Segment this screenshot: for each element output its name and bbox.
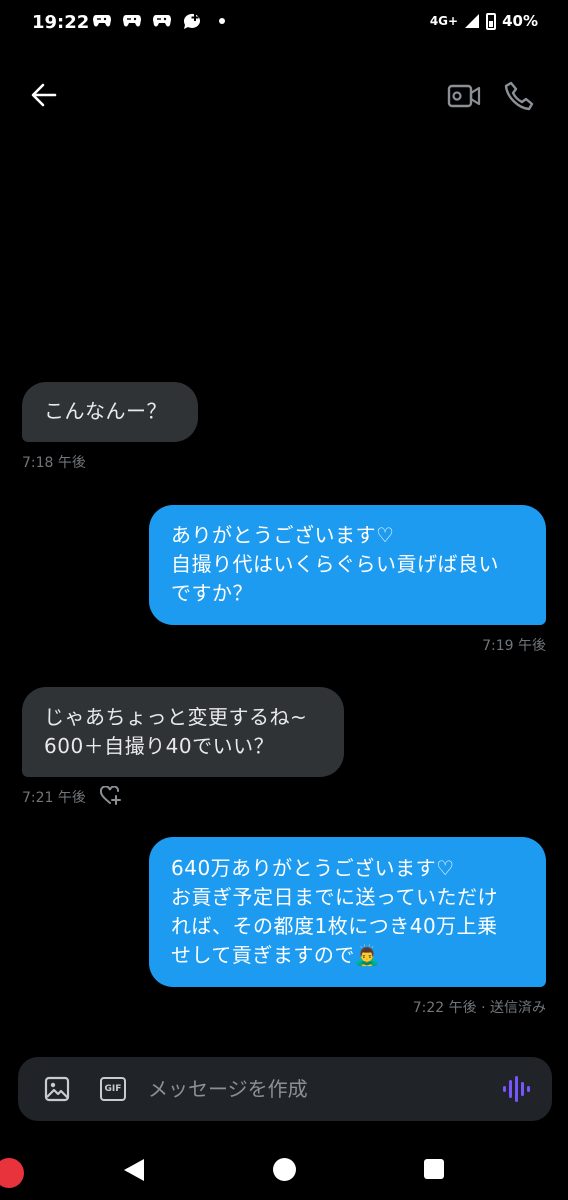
battery-percent: 40% (502, 12, 538, 30)
video-call-button[interactable] (447, 82, 481, 110)
chat-plus-icon (182, 12, 202, 30)
triangle-back-icon (124, 1159, 144, 1181)
nav-recents-button[interactable] (424, 1159, 444, 1179)
message-bubble-outgoing[interactable]: 640万ありがとうございます♡ お貢ぎ予定日までに送っていただけ れば、その都度… (149, 837, 546, 987)
message-composer: GIF (18, 1057, 552, 1121)
game-controller-icon (122, 12, 142, 30)
notification-icons (92, 12, 232, 30)
voice-call-button[interactable] (503, 80, 535, 112)
back-button[interactable] (28, 80, 62, 110)
message-bubble-outgoing[interactable]: ありがとうございます♡ 自撮り代はいくらぐらい貢げば良い ですか？ (149, 505, 546, 625)
gif-button[interactable]: GIF (100, 1077, 126, 1101)
message-bubble-incoming[interactable]: こんなんー？ (22, 382, 198, 442)
nav-back-button[interactable] (122, 1157, 146, 1183)
audio-waveform-icon (503, 1076, 530, 1102)
message-timestamp: 7:19 午後 (482, 638, 546, 654)
message-timestamp: 7:18 午後 (22, 455, 86, 471)
attach-image-button[interactable] (44, 1076, 70, 1102)
image-icon (44, 1076, 70, 1102)
voice-message-button[interactable] (501, 1073, 531, 1105)
system-navigation-bar (0, 1140, 568, 1200)
message-bubble-incoming[interactable]: じゃあちょっと変更するね~ 600＋自撮り40でいい？ (22, 687, 344, 777)
add-reaction-button[interactable] (99, 785, 122, 806)
video-camera-icon (447, 84, 481, 108)
message-timestamp: 7:22 午後 · 送信済み (412, 1000, 546, 1016)
arrow-left-icon (31, 83, 57, 107)
status-right: 4G+ 40% (430, 12, 538, 30)
status-time: 19:22 (32, 12, 90, 33)
screen-record-indicator (0, 1158, 24, 1188)
status-bar: 19:22 4G+ 40% (0, 0, 568, 48)
game-controller-icon (92, 12, 112, 30)
signal-icon (465, 14, 480, 28)
more-notifications-dot-icon (212, 12, 232, 30)
phone-icon (504, 81, 534, 111)
nav-home-button[interactable] (273, 1158, 296, 1181)
heart-plus-icon (99, 785, 121, 805)
network-type: 4G+ (429, 14, 459, 28)
message-timestamp: 7:21 午後 (22, 790, 86, 806)
message-input[interactable] (148, 1073, 488, 1105)
game-controller-icon (152, 12, 172, 30)
conversation-header (0, 70, 568, 120)
battery-icon (486, 12, 497, 30)
